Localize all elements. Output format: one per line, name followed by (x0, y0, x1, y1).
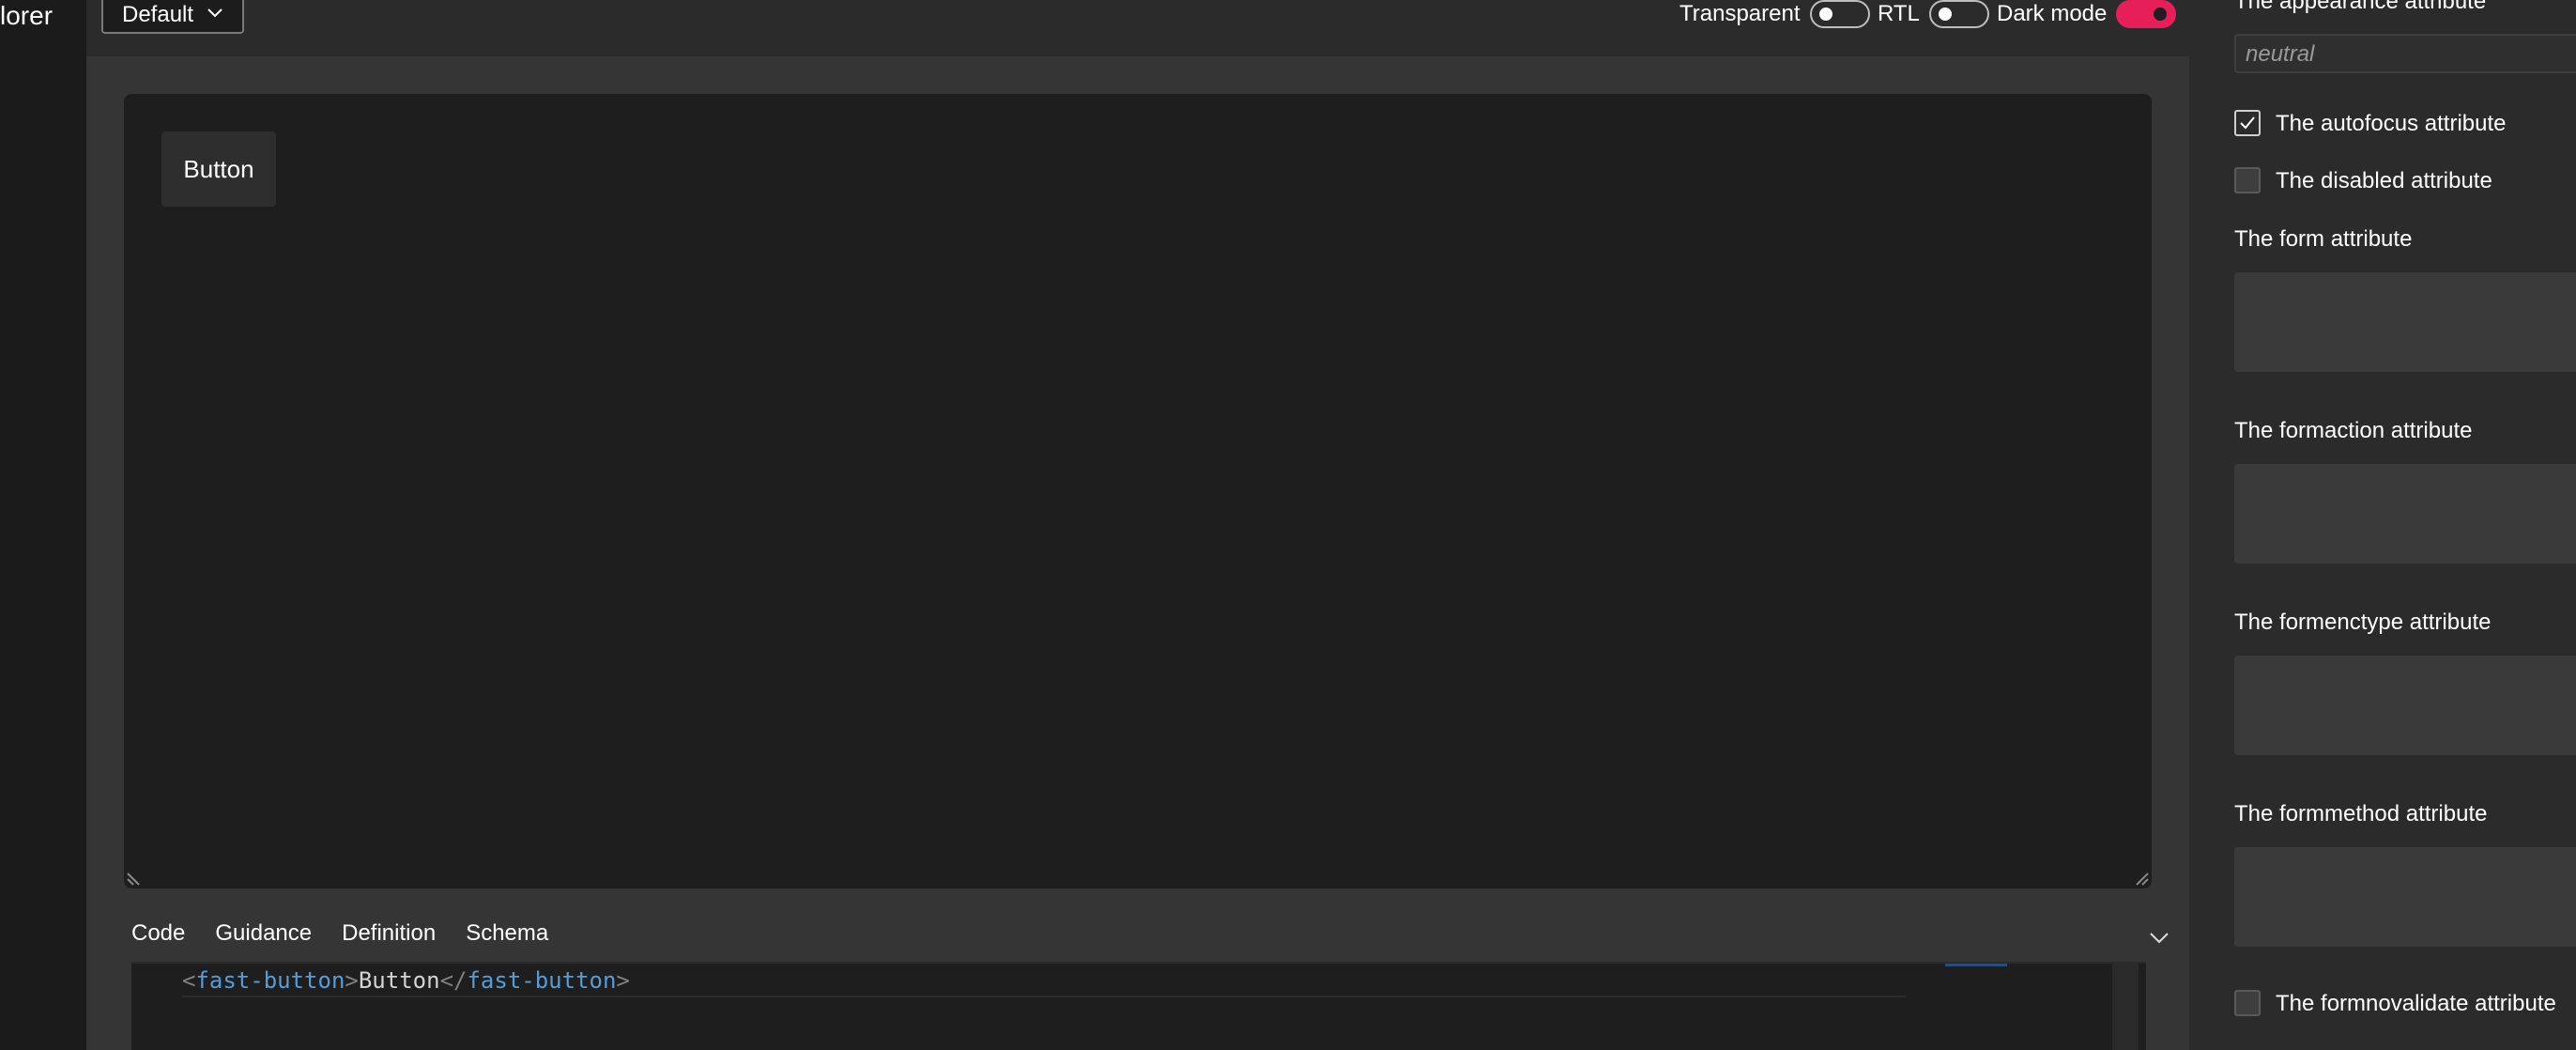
resize-grip-icon[interactable] (126, 870, 143, 887)
rtl-label: RTL (1878, 1, 1920, 26)
code-token: > (345, 967, 359, 994)
code-scrollbar[interactable] (2112, 964, 2139, 1050)
autofocus-label: The autofocus attribute (2276, 111, 2507, 136)
code-token: fast-button (467, 967, 617, 994)
code-token: < (182, 967, 196, 994)
dark-mode-toggle-group: Dark mode (1997, 0, 2177, 28)
formenctype-label: The formenctype attribute (2234, 610, 2492, 635)
formaction-label: The formaction attribute (2234, 418, 2473, 443)
dark-mode-label: Dark mode (1997, 1, 2108, 26)
tab-schema[interactable]: Schema (466, 920, 548, 962)
preview-canvas: Button (124, 94, 2152, 888)
code-editor[interactable]: <fast-button>Button</fast-button> (131, 962, 2146, 1050)
code-token: > (616, 967, 630, 994)
appearance-input[interactable]: neutral (2234, 34, 2576, 73)
disabled-checkbox[interactable] (2234, 167, 2261, 193)
properties-panel: The appearance attribute neutral The aut… (2189, 0, 2576, 1050)
switch-knob (1818, 8, 1832, 21)
switch-knob (2154, 8, 2168, 21)
theme-select-value: Default (122, 2, 194, 27)
code-line: <fast-button>Button</fast-button> (182, 964, 1906, 997)
minimap-marker (1945, 964, 2007, 966)
code-token: fast-button (195, 967, 345, 994)
preview-toolbar: Default Transparent RTL Dark mode (86, 0, 2189, 56)
transparent-switch[interactable] (1809, 0, 1870, 28)
dark-mode-switch[interactable] (2116, 0, 2177, 28)
checkmark-icon (2240, 116, 2255, 130)
formnovalidate-checkbox[interactable] (2234, 990, 2261, 1016)
rtl-toggle-group: RTL (1878, 0, 1989, 28)
rtl-switch[interactable] (1928, 0, 1989, 28)
demo-button[interactable]: Button (161, 131, 276, 207)
autofocus-checkbox[interactable] (2234, 110, 2261, 136)
transparent-toggle-group: Transparent (1679, 0, 1870, 28)
tab-definition[interactable]: Definition (342, 920, 436, 962)
form-label: The form attribute (2234, 226, 2413, 252)
tab-guidance[interactable]: Guidance (215, 920, 312, 962)
tab-code[interactable]: Code (131, 920, 185, 967)
app-title: lorer (0, 1, 54, 30)
theme-select[interactable]: Default (101, 0, 244, 34)
formaction-input[interactable] (2234, 464, 2576, 564)
formenctype-input[interactable] (2234, 656, 2576, 755)
left-nav: lorer (0, 0, 86, 1050)
formmethod-label: The formmethod attribute (2234, 801, 2488, 826)
form-input[interactable] (2234, 272, 2576, 372)
bottom-tabs: Code Guidance Definition Schema (131, 920, 548, 967)
disabled-label: The disabled attribute (2276, 168, 2492, 193)
code-token: Button (358, 967, 440, 994)
transparent-label: Transparent (1679, 1, 1801, 26)
formnovalidate-label: The formnovalidate attribute (2276, 991, 2556, 1016)
code-token: </ (439, 967, 468, 994)
appearance-label: The appearance attribute (2234, 0, 2487, 14)
switch-knob (1938, 8, 1952, 21)
resize-grip-icon[interactable] (2133, 870, 2150, 887)
formmethod-input[interactable] (2234, 847, 2576, 947)
main-area: Default Transparent RTL Dark mode Button… (86, 0, 2189, 1050)
chevron-down-icon (207, 8, 222, 18)
chevron-down-icon[interactable] (2148, 926, 2170, 949)
